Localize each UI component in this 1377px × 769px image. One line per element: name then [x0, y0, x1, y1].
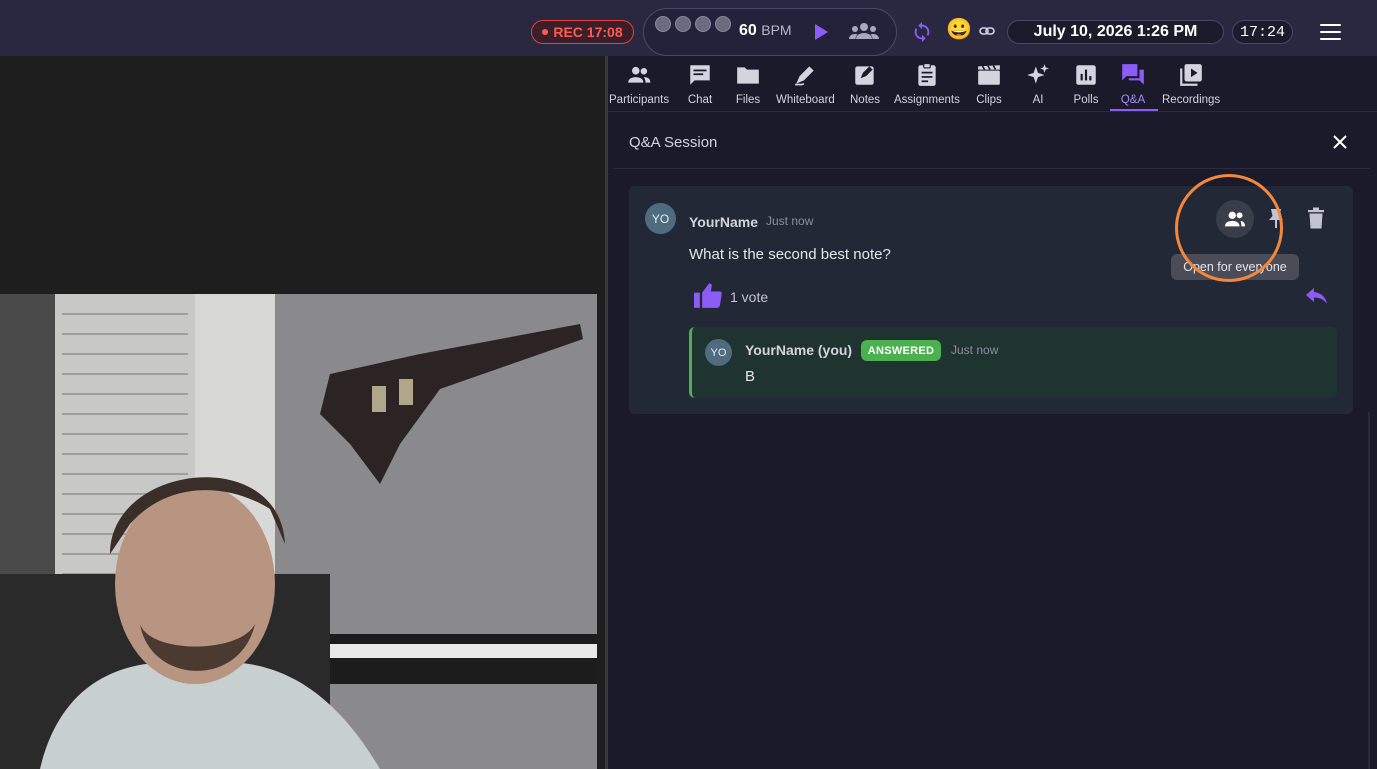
participants-icon: [628, 66, 651, 83]
sparkle-icon: [1027, 64, 1049, 84]
panel-tab-bar: Participants Chat Files Whiteboard Notes…: [608, 56, 1377, 112]
pin-icon[interactable]: [1267, 208, 1285, 230]
thumbs-up-icon[interactable]: [694, 282, 722, 308]
tab-label: Recordings: [1162, 94, 1221, 106]
panel-title: Q&A Session: [629, 134, 718, 151]
tab-polls[interactable]: Polls: [1073, 62, 1099, 106]
tab-recordings[interactable]: Recordings: [1162, 62, 1220, 106]
bpm-display[interactable]: 60 BPM: [739, 22, 792, 40]
assignments-icon: [918, 63, 936, 86]
video-feed: [0, 294, 597, 769]
tab-ai[interactable]: AI: [1025, 62, 1051, 106]
tab-label: Notes: [850, 94, 881, 106]
tooltip: Open for everyone: [1171, 254, 1299, 280]
tab-files[interactable]: Files: [735, 62, 761, 106]
people-icon: [1224, 211, 1246, 227]
folder-icon: [737, 67, 759, 84]
close-icon[interactable]: [1333, 135, 1347, 149]
sync-icon[interactable]: [911, 21, 933, 43]
group-icon[interactable]: [849, 21, 879, 41]
answer-time: Just now: [951, 343, 999, 357]
recording-label: REC 17:08: [553, 24, 623, 40]
recording-indicator[interactable]: REC 17:08: [531, 20, 634, 44]
scrollbar[interactable]: [1368, 412, 1370, 769]
recording-dot-icon: [542, 29, 549, 35]
question-card: YO YourName Just now What is the second …: [629, 174, 1353, 414]
vote-count: 1 vote: [730, 289, 769, 305]
tab-label: Chat: [687, 94, 713, 106]
participant-video: [0, 294, 597, 769]
tab-label: Clips: [976, 94, 1002, 106]
bpm-unit: BPM: [761, 22, 792, 38]
tab-qa[interactable]: Q&A: [1120, 62, 1146, 106]
bpm-value: 60: [739, 22, 757, 39]
tab-label: AI: [1032, 94, 1044, 106]
beat-dot-3[interactable]: [695, 16, 711, 32]
polls-icon: [1076, 65, 1096, 85]
link-icon[interactable]: [979, 25, 995, 37]
question-time: Just now: [766, 214, 814, 228]
answer-reply: YO YourName (you) ANSWERED Just now B: [689, 327, 1337, 398]
tab-assignments[interactable]: Assignments: [894, 62, 960, 106]
tab-whiteboard[interactable]: Whiteboard: [776, 62, 835, 106]
trash-icon[interactable]: [1307, 207, 1325, 229]
avatar: YO: [645, 203, 676, 234]
tab-label: Assignments: [894, 94, 960, 106]
date-display: July 10, 2026 1:26 PM: [1007, 20, 1224, 44]
answer-author: YourName (you): [745, 342, 853, 358]
hamburger-menu-icon[interactable]: [1320, 24, 1341, 40]
tab-label: Participants: [609, 94, 670, 106]
tab-clips[interactable]: Clips: [976, 62, 1002, 106]
answered-badge: ANSWERED: [861, 340, 941, 361]
tab-participants[interactable]: Participants: [609, 62, 669, 106]
recordings-icon: [1180, 64, 1202, 86]
tab-chat[interactable]: Chat: [687, 62, 713, 106]
qa-header: Q&A Session: [613, 113, 1370, 169]
clock-display: 17:24: [1232, 20, 1293, 44]
question-text: What is the second best note?: [689, 246, 891, 263]
reply-icon[interactable]: [1305, 286, 1329, 306]
avatar: YO: [705, 339, 732, 366]
tab-label: Files: [735, 94, 761, 106]
qa-icon: [1122, 64, 1144, 85]
top-bar: REC 17:08 60 BPM 😀 July 10, 2026 1:26 PM…: [0, 0, 1377, 56]
question-author: YourName: [689, 214, 758, 230]
stage-empty-area: [0, 56, 607, 294]
beat-dot-4[interactable]: [715, 16, 731, 32]
emoji-reaction[interactable]: 😀: [946, 18, 972, 42]
tab-label: Whiteboard: [776, 94, 835, 106]
play-icon[interactable]: [815, 24, 828, 40]
answer-text: B: [745, 368, 756, 385]
side-panel: Participants Chat Files Whiteboard Notes…: [608, 56, 1377, 769]
beat-dot-1[interactable]: [655, 16, 671, 32]
tab-notes[interactable]: Notes: [850, 62, 880, 106]
active-tab-indicator: [1110, 109, 1158, 111]
chat-icon: [690, 65, 710, 85]
whiteboard-icon: [795, 66, 815, 86]
beat-dot-2[interactable]: [675, 16, 691, 32]
tab-label: Polls: [1073, 94, 1099, 106]
notes-icon: [855, 66, 874, 85]
clips-icon: [978, 65, 1000, 85]
open-for-everyone-button[interactable]: [1216, 200, 1254, 238]
tab-label: Q&A: [1120, 94, 1146, 106]
